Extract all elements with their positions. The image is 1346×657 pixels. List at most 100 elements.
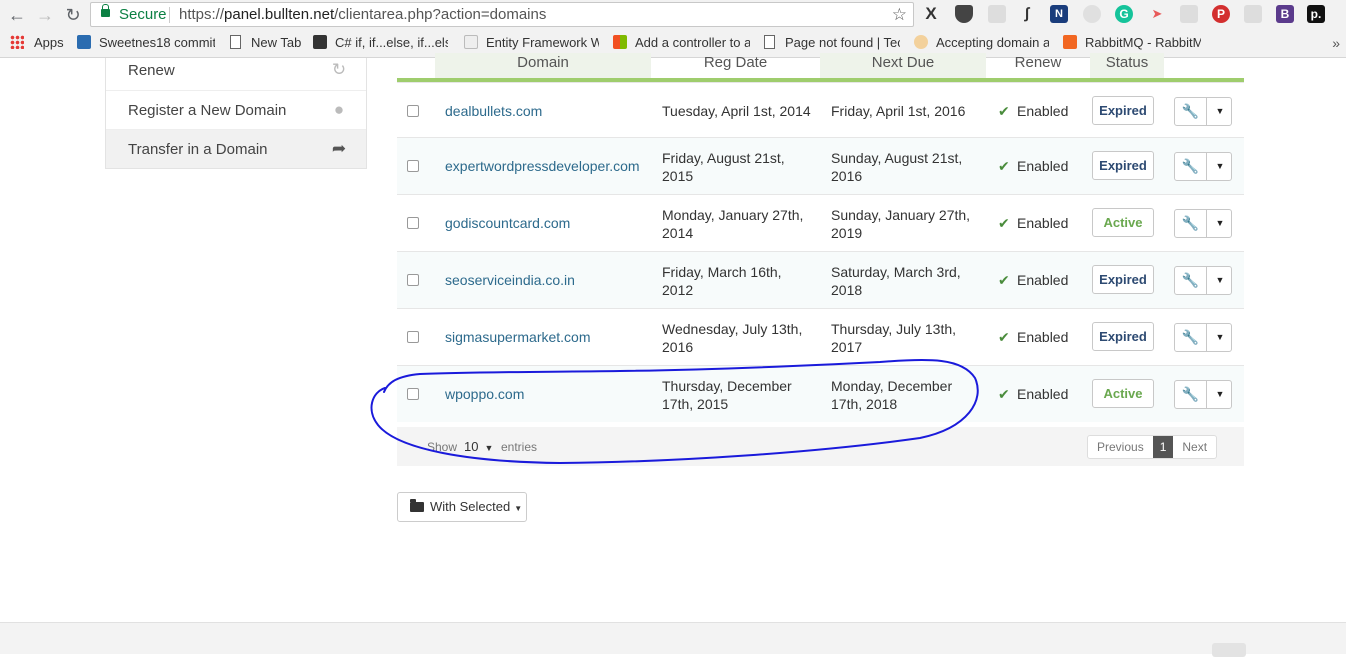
bookmark-item[interactable]: Entity Framework Wi — [464, 35, 599, 50]
column-header-domain[interactable]: Domain — [435, 53, 651, 78]
caret-down-icon[interactable]: ▼ — [1208, 98, 1232, 125]
window-icon[interactable] — [1244, 5, 1262, 23]
domain-link[interactable]: seoserviceindia.co.in — [445, 272, 575, 288]
date-line: 2014 — [662, 225, 694, 241]
bookmark-apps[interactable]: Apps — [10, 35, 64, 50]
manage-button-group: 🔧 ▼ — [1174, 152, 1232, 181]
translate-icon[interactable] — [988, 5, 1006, 23]
bookmark-item[interactable]: C# if, if...else, if...else — [313, 35, 448, 50]
reg-date: Thursday, December 17th, 2015 — [662, 377, 792, 413]
site-icon — [464, 35, 478, 49]
caret-down-icon[interactable]: ▼ — [1208, 381, 1232, 408]
bookmark-item[interactable]: Page not found | Tec — [764, 35, 900, 50]
caret-down-icon[interactable]: ▼ — [1208, 324, 1232, 351]
bookmark-item[interactable]: Accepting domain a — [914, 35, 1049, 50]
status-badge: Active — [1092, 379, 1154, 408]
sidebar-item-register-domain[interactable]: Register a New Domain ● — [106, 90, 366, 129]
wrench-icon[interactable]: 🔧 — [1175, 98, 1207, 125]
globe-icon: ● — [333, 100, 345, 119]
manage-button-group: 🔧 ▼ — [1174, 380, 1232, 409]
with-selected-button[interactable]: With Selected ▼ — [397, 492, 527, 522]
more-bookmarks-icon[interactable]: » — [1332, 35, 1340, 51]
adblock-icon[interactable] — [1083, 5, 1101, 23]
share-arrow-icon: ➦ — [331, 139, 347, 158]
x-extension-icon[interactable]: X — [922, 5, 940, 23]
wrench-icon[interactable]: 🔧 — [1175, 381, 1207, 408]
domain-link[interactable]: wpoppo.com — [445, 386, 524, 402]
wrench-icon[interactable]: 🔧 — [1175, 210, 1207, 237]
domain-link[interactable]: godiscountcard.com — [445, 215, 570, 231]
bookmark-label: Apps — [34, 35, 64, 50]
bookmark-star-icon[interactable]: ☆ — [892, 3, 907, 26]
rabbitmq-icon — [1063, 35, 1077, 49]
column-header-renew[interactable]: Renew — [986, 53, 1090, 78]
bookmark-item[interactable]: RabbitMQ - RabbitM — [1063, 35, 1201, 50]
pocket-icon[interactable] — [955, 5, 973, 23]
bookmark-item[interactable]: Add a controller to a — [613, 35, 750, 50]
sidebar-item-label: Renew — [128, 62, 175, 79]
row-checkbox[interactable] — [407, 274, 419, 286]
status-badge: Expired — [1092, 151, 1154, 180]
column-header-next-due[interactable]: Next Due — [820, 53, 986, 78]
wrench-icon[interactable]: 🔧 — [1175, 153, 1207, 180]
date-line: 2016 — [662, 339, 694, 355]
caret-down-icon[interactable]: ▼ — [1208, 210, 1232, 237]
page-icon — [230, 35, 241, 49]
wrench-icon[interactable]: 🔧 — [1175, 324, 1207, 351]
column-header-reg-date[interactable]: Reg Date — [651, 53, 820, 78]
column-header-status[interactable]: Status — [1090, 53, 1164, 78]
with-selected-label: With Selected — [430, 499, 511, 514]
bookmark-item[interactable]: Sweetnes18 commits — [77, 35, 215, 50]
date-line: Friday, March 16th, — [662, 264, 782, 280]
cast-icon[interactable] — [1180, 5, 1198, 23]
current-page-button[interactable]: 1 — [1152, 436, 1174, 458]
wrench-icon[interactable]: 🔧 — [1175, 267, 1207, 294]
caret-down-icon[interactable]: ▼ — [1208, 153, 1232, 180]
p-extension-icon[interactable]: p. — [1307, 5, 1325, 23]
site-icon — [313, 35, 327, 49]
url-text[interactable]: https://panel.bullten.net/clientarea.php… — [179, 3, 546, 26]
domain-link[interactable]: dealbullets.com — [445, 103, 542, 119]
page-size-select[interactable]: 10 ▼ — [459, 437, 497, 457]
domain-link[interactable]: expertwordpressdeveloper.com — [445, 158, 640, 174]
back-to-top-button[interactable] — [1212, 643, 1246, 657]
domain-link[interactable]: sigmasupermarket.com — [445, 329, 591, 345]
address-bar[interactable]: Secure https://panel.bullten.net/clienta… — [90, 2, 914, 27]
row-checkbox[interactable] — [407, 160, 419, 172]
pinterest-icon[interactable]: P — [1212, 5, 1230, 23]
next-page-button[interactable]: Next — [1173, 436, 1216, 458]
sidebar-item-renew[interactable]: Renew ↻ — [106, 51, 366, 90]
n-extension-icon[interactable]: N — [1050, 5, 1068, 23]
azure-devops-icon — [77, 35, 91, 49]
bookmark-label: Add a controller to a — [635, 35, 750, 50]
signature-icon[interactable]: ∫ — [1018, 5, 1036, 23]
forward-icon[interactable]: → — [34, 4, 56, 26]
b-extension-icon[interactable]: B — [1276, 5, 1294, 23]
reload-icon[interactable]: ↻ — [62, 4, 84, 26]
next-due-date: Sunday, January 27th, 2019 — [831, 206, 970, 242]
row-checkbox[interactable] — [407, 105, 419, 117]
table-header: Domain Reg Date Next Due Renew Status — [397, 53, 1244, 82]
date-line: 17th, 2018 — [831, 396, 898, 412]
page-size-value: 10 — [464, 439, 479, 454]
secure-label: Secure — [119, 6, 167, 23]
bookmark-label: Entity Framework Wi — [486, 35, 599, 50]
caret-down-icon: ▼ — [484, 443, 494, 453]
row-checkbox[interactable] — [407, 388, 419, 400]
row-checkbox[interactable] — [407, 217, 419, 229]
grammarly-icon[interactable]: G — [1115, 5, 1133, 23]
caret-down-icon[interactable]: ▼ — [1208, 267, 1232, 294]
renew-status: Enabled — [1017, 158, 1069, 174]
check-icon: ✔ — [998, 272, 1010, 288]
back-icon[interactable]: ← — [6, 4, 28, 26]
lock-icon — [101, 4, 110, 17]
status-badge: Expired — [1092, 265, 1154, 294]
previous-page-button[interactable]: Previous — [1088, 436, 1153, 458]
renew-status: Enabled — [1017, 215, 1069, 231]
redirect-icon[interactable]: ➤ — [1148, 5, 1166, 23]
bookmark-label: New Tab — [251, 35, 302, 50]
bookmark-item[interactable]: New Tab — [230, 35, 301, 50]
sidebar-item-transfer-domain[interactable]: Transfer in a Domain ➦ — [106, 129, 366, 168]
row-checkbox[interactable] — [407, 331, 419, 343]
folder-open-icon — [410, 499, 424, 512]
